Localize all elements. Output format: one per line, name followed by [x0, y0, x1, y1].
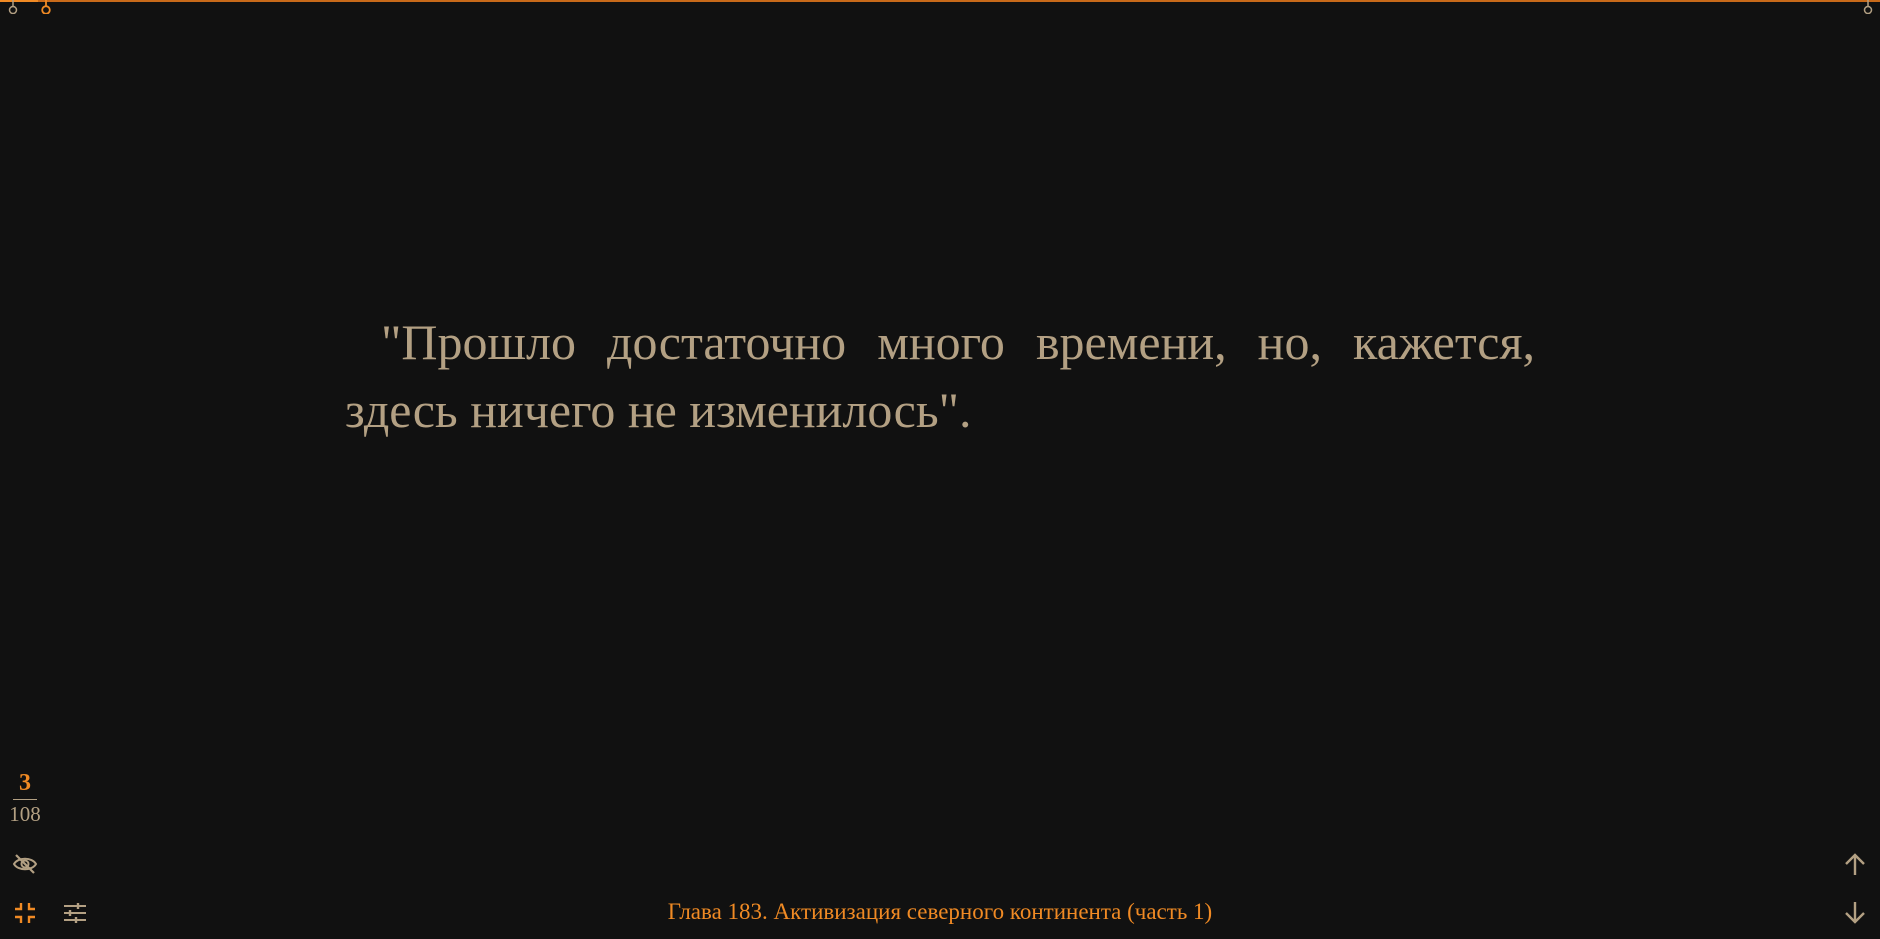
current-page-number: 3	[19, 770, 31, 796]
progress-end-handle[interactable]	[1862, 0, 1874, 14]
arrow-down-icon	[1844, 901, 1866, 925]
eye-off-icon	[12, 853, 38, 875]
page-counter[interactable]: 3 108	[6, 770, 44, 825]
reading-text: "Прошло достаточно много времени, но, ка…	[345, 314, 1535, 438]
progress-current-handle[interactable]	[40, 0, 52, 14]
progress-start-handle[interactable]	[7, 0, 19, 14]
page-separator	[13, 799, 37, 800]
chapter-title[interactable]: Глава 183. Активизация северного контине…	[0, 898, 1880, 926]
arrow-up-icon	[1844, 852, 1866, 876]
scroll-down-button[interactable]	[1841, 899, 1869, 927]
total-page-count: 108	[9, 802, 41, 826]
scroll-up-button[interactable]	[1841, 850, 1869, 878]
hide-interface-button[interactable]	[11, 850, 39, 878]
progress-rail[interactable]	[0, 0, 1880, 2]
